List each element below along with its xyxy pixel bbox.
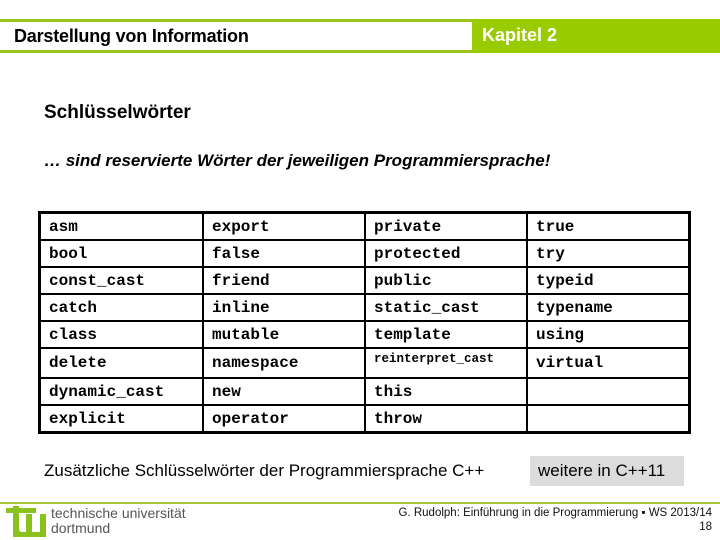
cpp11-label: weitere in C++11 (538, 461, 666, 480)
keyword-cell: this (364, 377, 528, 406)
keyword-cell (526, 377, 691, 406)
keyword-cell: asm (38, 211, 204, 241)
keyword-cell: template (364, 320, 528, 349)
keyword-cell: mutable (202, 320, 366, 349)
keyword-cell: namespace (202, 347, 366, 379)
table-row: explicit operator throw (38, 404, 691, 434)
keyword-cell: typeid (526, 266, 691, 295)
keyword-cell: friend (202, 266, 366, 295)
keyword-cell: typename (526, 293, 691, 322)
footer-credit: G. Rudolph: Einführung in die Programmie… (399, 506, 712, 534)
tu-logo-icon (6, 506, 46, 537)
keyword-cell: export (202, 211, 366, 241)
table-row: catch inline static_cast typename (38, 293, 691, 322)
keyword-cell: throw (364, 404, 528, 434)
subtitle: … sind reservierte Wörter der jeweiligen… (44, 151, 551, 170)
university-name: technische universität dortmund (51, 506, 186, 536)
keyword-cell: delete (38, 347, 204, 379)
keyword-cell: new (202, 377, 366, 406)
course-credit: G. Rudolph: Einführung in die Programmie… (398, 507, 712, 519)
table-row: asm export private true (38, 211, 691, 241)
keyword-cell: static_cast (364, 293, 528, 322)
keyword-cell: using (526, 320, 691, 349)
keyword-cell: catch (38, 293, 204, 322)
keyword-cell: try (526, 239, 691, 268)
additional-keywords-note: Zusätzliche Schlüsselwörter der Programm… (44, 461, 485, 480)
header-title: Darstellung von Information (14, 26, 249, 46)
keyword-cell: dynamic_cast (38, 377, 204, 406)
cpp11-box: weitere in C++11 (530, 456, 684, 486)
page-number: 18 (699, 521, 712, 533)
keyword-cell: operator (202, 404, 366, 434)
table-row: dynamic_cast new this (38, 377, 691, 406)
chapter-badge: Kapitel 2 (472, 19, 720, 53)
footer-rule (0, 502, 720, 504)
keyword-cell: class (38, 320, 204, 349)
table-row: class mutable template using (38, 320, 691, 349)
university-line-2: dortmund (51, 520, 111, 536)
chapter-label: Kapitel 2 (482, 25, 558, 45)
keyword-cell: const_cast (38, 266, 204, 295)
keyword-cell: false (202, 239, 366, 268)
keyword-cell: true (526, 211, 691, 241)
section-title: Schlüsselwörter (44, 102, 191, 123)
table-row: const_cast friend public typeid (38, 266, 691, 295)
keyword-cell: reinterpret_cast (364, 347, 528, 379)
keyword-cell: virtual (526, 347, 691, 379)
keyword-cell: private (364, 211, 528, 241)
table-row: bool false protected try (38, 239, 691, 268)
keywords-table: asm export private true bool false protected tr… (38, 211, 691, 434)
keyword-cell: protected (364, 239, 528, 268)
keyword-cell: public (364, 266, 528, 295)
keyword-cell: explicit (38, 404, 204, 434)
table-row: delete namespace reinterpret_cast virtual (38, 347, 691, 379)
keyword-cell (526, 404, 691, 434)
keyword-cell: bool (38, 239, 204, 268)
university-line-1: technische universität (51, 505, 186, 521)
keyword-cell: inline (202, 293, 366, 322)
